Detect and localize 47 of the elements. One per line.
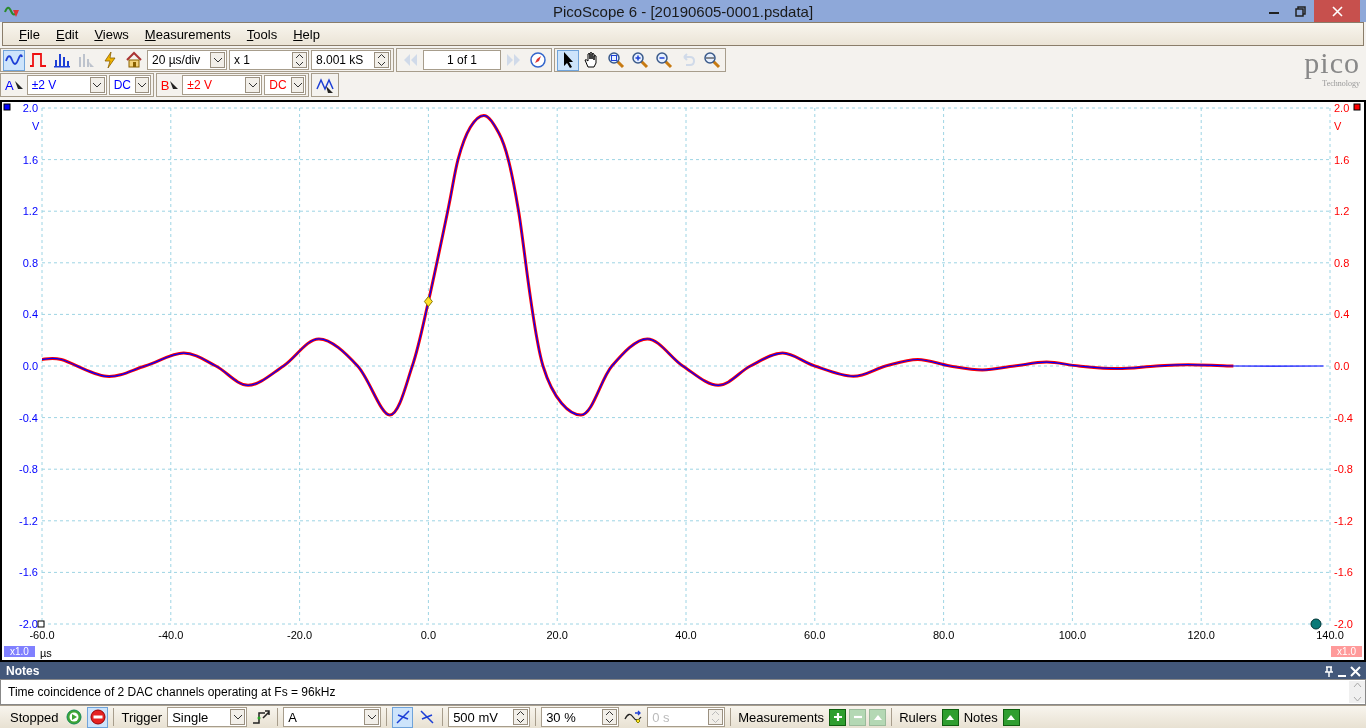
axis-unit: µs bbox=[40, 647, 52, 659]
window-title: PicoScope 6 - [20190605-0001.psdata] bbox=[552, 2, 814, 20]
y-tick-label: 0.4 bbox=[1334, 308, 1350, 321]
y-tick-label: 0.8 bbox=[1334, 256, 1350, 269]
y-tick-label: 1.6 bbox=[22, 153, 38, 166]
y-tick-label: 0.4 bbox=[22, 308, 38, 321]
panel-title: Notes bbox=[6, 663, 40, 678]
x-tick-label: 140.0 bbox=[1316, 629, 1344, 641]
axis-unit: V bbox=[32, 120, 40, 132]
y-tick-label: 1.2 bbox=[1334, 205, 1350, 218]
x-tick-label: 100.0 bbox=[1058, 629, 1087, 641]
y-tick-label: 0.0 bbox=[1334, 360, 1350, 372]
trigger-label: Trigger bbox=[121, 709, 163, 725]
x-tick-label: 80.0 bbox=[932, 629, 955, 641]
axis-unit: V bbox=[1334, 120, 1342, 132]
x-tick-label: 20.0 bbox=[546, 629, 568, 641]
y-tick-label: 2.0 bbox=[1334, 102, 1350, 114]
y-tick-label: 1.6 bbox=[1334, 153, 1350, 166]
x-tick-label: -20.0 bbox=[287, 629, 313, 641]
y-tick-label: -2.0 bbox=[19, 618, 38, 630]
y-tick-label: -1.2 bbox=[1334, 514, 1353, 527]
x-tick-label: -60.0 bbox=[29, 629, 55, 641]
y-tick-label: -1.2 bbox=[19, 514, 38, 527]
x-tick-label: -40.0 bbox=[158, 629, 184, 641]
status-text: Stopped bbox=[10, 709, 59, 725]
y-tick-label: 2.0 bbox=[22, 102, 38, 114]
notes-label: Notes bbox=[963, 709, 998, 725]
y-tick-label: -1.6 bbox=[1334, 566, 1353, 579]
y-tick-label: -0.4 bbox=[19, 411, 38, 424]
y-tick-label: 0.8 bbox=[22, 256, 38, 269]
y-tick-label: -0.4 bbox=[1334, 411, 1353, 424]
brand-logo-text: pico bbox=[1304, 48, 1360, 78]
y-tick-label: -1.6 bbox=[19, 566, 38, 579]
brand-tagline: Technology bbox=[1322, 80, 1360, 88]
x-tick-label: 0.0 bbox=[420, 629, 437, 641]
rulers-label: Rulers bbox=[899, 709, 937, 725]
x-tick-label: 40.0 bbox=[675, 629, 697, 641]
x-tick-label: 120.0 bbox=[1187, 629, 1215, 641]
x-tick-label: 60.0 bbox=[804, 629, 826, 641]
y-tick-label: -0.8 bbox=[1334, 463, 1353, 476]
scale-badge: x1.0 bbox=[1331, 646, 1362, 657]
y-tick-label: 1.2 bbox=[22, 205, 38, 218]
y-tick-label: -0.8 bbox=[19, 463, 38, 476]
y-tick-label: 0.0 bbox=[22, 360, 38, 372]
measurements-label: Measurements bbox=[738, 709, 825, 725]
scale-badge: x1.0 bbox=[4, 646, 35, 657]
y-tick-label: -2.0 bbox=[1334, 618, 1353, 630]
